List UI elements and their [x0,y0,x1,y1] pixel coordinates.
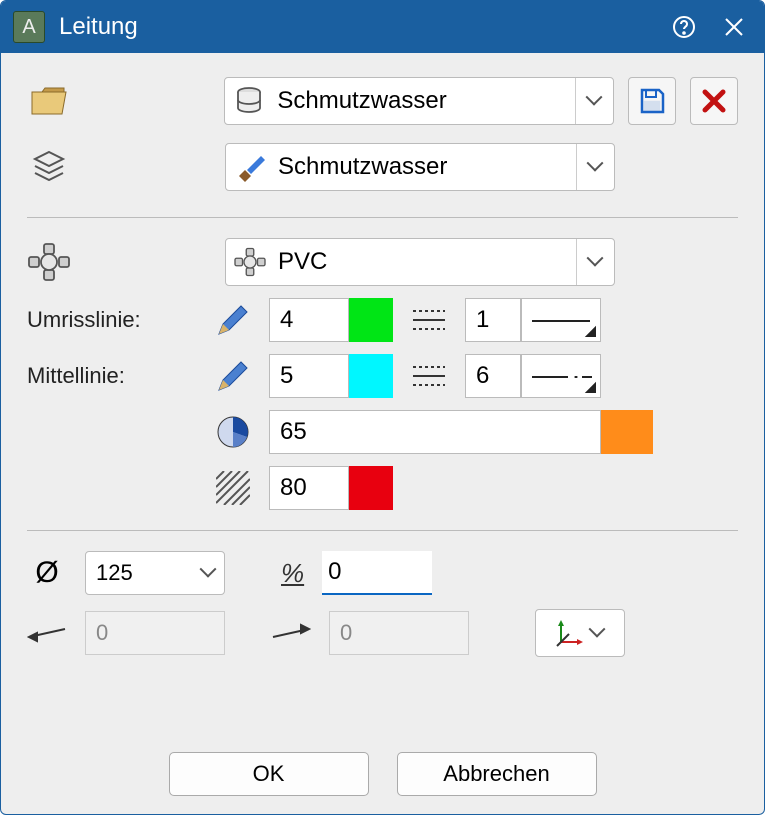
diameter-value: 125 [96,560,133,586]
database-icon [225,77,273,125]
profile-combo[interactable]: Schmutzwasser [224,77,614,125]
center-linetype-input[interactable] [465,354,521,398]
pencil-icon [211,298,255,342]
outline-pen-group [269,298,393,342]
dialog-buttons: OK Abbrechen [27,742,738,802]
height-start-input[interactable] [85,611,225,655]
center-row: Mittellinie: [27,354,738,398]
hatch-row [27,466,738,510]
ok-button[interactable]: OK [169,752,369,796]
brush-icon [226,143,274,191]
outline-color-swatch[interactable] [349,298,393,342]
center-linetype-group [465,354,601,398]
center-color-swatch[interactable] [349,354,393,398]
cancel-button[interactable]: Abbrechen [397,752,597,796]
window-title: Leitung [59,13,652,41]
gradient-input[interactable] [322,551,432,595]
layer-combo[interactable]: Schmutzwasser [225,143,615,191]
center-pen-input[interactable] [269,354,349,398]
axes-icon [555,618,585,648]
profile-row: Schmutzwasser [27,77,738,125]
fill-row [27,410,738,454]
divider [27,217,738,218]
diameter-row: Ø 125 % [27,551,738,595]
layer-row: Schmutzwasser [27,143,738,191]
outline-linetype-input[interactable] [465,298,521,342]
dialog-window: A Leitung [0,0,765,815]
fill-input[interactable] [269,410,601,454]
titlebar: A Leitung [1,1,764,53]
center-pen-group [269,354,393,398]
app-icon: A [13,11,45,43]
folder-icon [27,79,71,123]
pipe-fitting-icon [27,240,71,284]
chevron-down-icon[interactable] [575,78,613,124]
style-section: PVC Umrisslinie: [27,238,738,522]
center-label: Mittellinie: [27,363,197,389]
chevron-down-icon[interactable] [576,144,614,190]
outline-label: Umrisslinie: [27,307,197,333]
diameter-icon: Ø [27,553,67,593]
layers-icon [27,145,71,189]
dialog-content: Schmutzwasser [1,53,764,814]
divider [27,530,738,531]
outline-row: Umrisslinie: [27,298,738,342]
height-end-icon [271,613,311,653]
diameter-combo[interactable]: 125 [85,551,225,595]
linetype-icon [407,298,451,342]
linetype-icon [407,354,451,398]
layer-value: Schmutzwasser [274,153,576,181]
heights-row [27,609,738,657]
hatch-input[interactable] [269,466,349,510]
chevron-down-icon[interactable] [576,239,614,285]
material-combo[interactable]: PVC [225,238,615,286]
help-icon[interactable] [666,9,702,45]
material-value: PVC [274,248,576,276]
material-row: PVC [27,238,738,286]
outline-linetype-group [465,298,601,342]
reference-combo[interactable] [535,609,625,657]
close-icon[interactable] [716,9,752,45]
pipe-fitting-icon [226,238,274,286]
hatch-color-swatch[interactable] [349,466,393,510]
center-linetype-picker[interactable] [521,354,601,398]
pencil-icon [211,354,255,398]
height-start-icon [27,613,67,653]
save-button[interactable] [628,77,676,125]
hatch-group [269,466,393,510]
fill-group [269,410,653,454]
fill-color-swatch[interactable] [601,410,653,454]
piechart-icon [211,410,255,454]
geometry-section: Ø 125 % [27,551,738,671]
gradient-label: % [281,558,304,589]
outline-linetype-picker[interactable] [521,298,601,342]
outline-pen-input[interactable] [269,298,349,342]
height-end-input[interactable] [329,611,469,655]
chevron-down-icon [194,566,224,580]
profile-value: Schmutzwasser [273,87,575,115]
delete-button[interactable] [690,77,738,125]
chevron-down-icon [591,626,605,640]
hatch-icon [211,466,255,510]
